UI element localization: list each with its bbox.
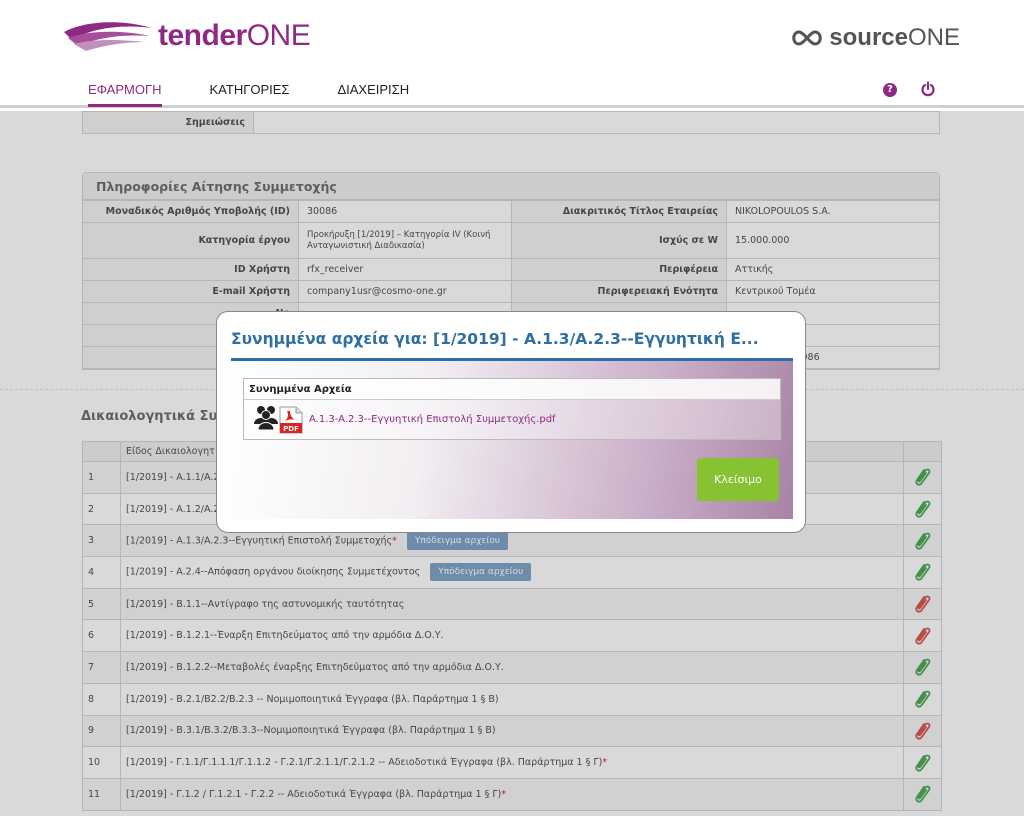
- swoosh-icon: [64, 22, 152, 51]
- attachments-panel-title: Συνημμένα Αρχεία: [244, 379, 780, 400]
- attachment-link[interactable]: A.1.3-A.2.3--Εγγυητική Επιστολή Συμμετοχ…: [309, 414, 556, 425]
- users-icon: [254, 406, 278, 430]
- partner-light-text: ONE: [907, 24, 960, 51]
- sourceone-wordmark: sourceONE: [829, 24, 960, 52]
- brand-light-text: ONE: [246, 19, 311, 52]
- partner-bold-text: source: [829, 24, 908, 51]
- main-nav: ΕΦΑΡΜΟΓΗ ΚΑΤΗΓΟΡΙΕΣ ΔΙΑΧΕΙΡΙΣΗ: [88, 82, 457, 107]
- nav-item-management[interactable]: ΔΙΑΧΕΙΡΙΣΗ: [337, 82, 409, 105]
- attachment-row: PDF A.1.3-A.2.3--Εγγυητική Επιστολή Συμμ…: [244, 400, 780, 440]
- brand-bold-text: tender: [158, 19, 247, 52]
- tenderone-logo[interactable]: tenderONE: [62, 18, 311, 54]
- pdf-icon-label: PDF: [283, 425, 299, 433]
- modal-title: Συνημμένα αρχεία για: [1/2019] - A.1.3/A…: [231, 330, 759, 348]
- app-header: tenderONE sourceONE ΕΦΑΡΜΟΓΗ ΚΑΤΗΓΟΡΙΕΣ …: [0, 0, 1024, 108]
- help-icon[interactable]: ?: [883, 83, 897, 97]
- infinity-icon: [792, 30, 823, 46]
- attachments-panel: Συνημμένα Αρχεία PDF A.1.3-A.2.3--Εγγυητ…: [243, 378, 781, 440]
- tenderone-wordmark: tenderONE: [158, 19, 311, 53]
- pdf-icon[interactable]: PDF: [279, 406, 303, 434]
- sourceone-logo: sourceONE: [789, 24, 960, 52]
- nav-item-categories[interactable]: ΚΑΤΗΓΟΡΙΕΣ: [210, 82, 290, 105]
- close-button[interactable]: Κλείσιμο: [697, 458, 779, 501]
- attachments-modal: Συνημμένα αρχεία για: [1/2019] - A.1.3/A…: [216, 311, 806, 533]
- power-icon[interactable]: [920, 81, 936, 97]
- modal-body: Συνημμένα Αρχεία PDF A.1.3-A.2.3--Εγγυητ…: [231, 361, 793, 519]
- nav-item-application[interactable]: ΕΦΑΡΜΟΓΗ: [88, 82, 162, 107]
